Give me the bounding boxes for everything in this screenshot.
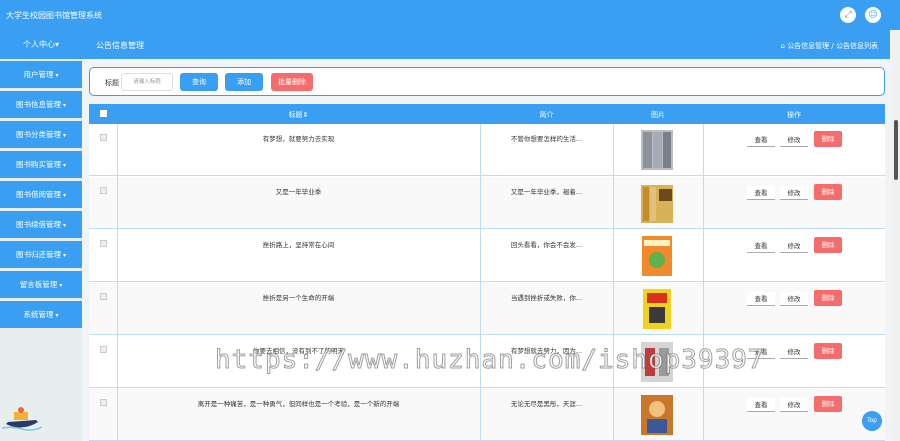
fullscreen-icon[interactable]: ⤢ <box>840 7 856 23</box>
sidebar-item-book-renew[interactable]: 图书续借管理 ▾ <box>0 211 82 238</box>
sidebar: 个人中心▾ 用户管理 ▾ 图书信息管理 ▾ 图书分类管理 ▾ 图书购买管理 ▾ 图书借阅… <box>0 30 82 441</box>
page-title: 公告信息管理 <box>96 41 144 50</box>
sidebar-item-book-return[interactable]: 图书归还管理 ▾ <box>0 241 82 268</box>
book-cover-image <box>643 289 671 329</box>
column-intro: 简介 <box>539 111 554 119</box>
top-bar: 大学生校园图书馆管理系统 ⤢ ☺ <box>0 0 900 30</box>
chevron-down-icon: ▾ <box>62 102 66 109</box>
book-cover-image <box>641 395 673 435</box>
sidebar-item-book-category[interactable]: 图书分类管理 ▾ <box>0 121 82 148</box>
row-checkbox[interactable] <box>100 187 107 194</box>
book-cover-image <box>641 130 673 170</box>
breadcrumb-bar: 公告信息管理 ⌂ 公告信息管理 / 公告信息列表 <box>82 30 890 59</box>
add-button[interactable]: 添加 <box>225 73 263 91</box>
back-to-top-button[interactable]: Top <box>862 411 882 431</box>
column-divider <box>613 124 614 441</box>
chevron-down-icon: ▾ <box>59 282 63 289</box>
chevron-down-icon: ▾ <box>62 252 66 259</box>
book-cover-image <box>642 236 672 276</box>
view-button[interactable]: 查看 <box>747 239 775 253</box>
boat-illustration <box>2 407 42 431</box>
row-title: 挫折路上，坚持常在心间 <box>262 241 335 249</box>
edit-button[interactable]: 修改 <box>780 186 808 200</box>
row-checkbox[interactable] <box>100 240 107 247</box>
chevron-down-icon: ▾ <box>55 312 59 319</box>
search-panel: 标题 请输入标题 查询 添加 批量删除 <box>89 67 885 96</box>
edit-button[interactable]: 修改 <box>780 398 808 412</box>
chevron-down-icon: ▾ <box>62 222 66 229</box>
row-title: 有梦想，就要努力去实现 <box>262 135 335 143</box>
column-actions: 操作 <box>787 111 801 119</box>
chevron-down-icon: ▾ <box>62 162 66 169</box>
row-intro: 又是一年毕业季，褪着... <box>510 188 583 196</box>
select-all-checkbox[interactable] <box>100 110 107 117</box>
scrollbar-thumb[interactable] <box>894 120 898 180</box>
table-row: 又是一年毕业季 又是一年毕业季，褪着... 查看 修改 删除 <box>89 177 885 229</box>
column-divider <box>703 124 704 441</box>
column-image: 图片 <box>651 111 665 119</box>
sidebar-item-book-info[interactable]: 图书信息管理 ▾ <box>0 91 82 118</box>
sidebar-item-book-purchase[interactable]: 图书购买管理 ▾ <box>0 151 82 178</box>
sidebar-item-users[interactable]: 用户管理 ▾ <box>0 61 82 88</box>
watermark-text: https://www.huzhan.com/ishop39397 <box>215 345 765 376</box>
table-row: 有梦想，就要努力去实现 不管你想要怎样的生活... 查看 修改 删除 <box>89 124 885 176</box>
sidebar-item-book-borrow[interactable]: 图书借阅管理 ▾ <box>0 181 82 208</box>
home-icon[interactable]: ⌂ <box>781 42 785 50</box>
chevron-down-icon: ▾ <box>54 40 59 49</box>
edit-button[interactable]: 修改 <box>780 239 808 253</box>
edit-button[interactable]: 修改 <box>780 292 808 306</box>
sidebar-item-message-board[interactable]: 留言板管理 ▾ <box>0 271 82 298</box>
row-intro: 无论无尽是黑彤，天涯... <box>510 400 583 408</box>
row-intro: 回头看看，你会不会发... <box>510 241 583 249</box>
table-row: 挫折是另一个生命的开端 当遇到挫折或失败，你... 查看 修改 删除 <box>89 283 885 335</box>
delete-button[interactable]: 删除 <box>814 237 842 253</box>
scrollbar[interactable] <box>892 30 900 441</box>
chevron-down-icon: ▾ <box>62 132 66 139</box>
row-checkbox[interactable] <box>100 293 107 300</box>
table-row: 离开是一种痛苦，是一种勇气，但同样也是一个考验，是一个新的开端 无论无尽是黑彤，… <box>89 389 885 441</box>
row-intro: 不管你想要怎样的生活... <box>510 135 583 143</box>
table-row: 挫折路上，坚持常在心间 回头看看，你会不会发... 查看 修改 删除 <box>89 230 885 282</box>
row-checkbox[interactable] <box>100 346 107 353</box>
edit-button[interactable]: 修改 <box>780 345 808 359</box>
sidebar-item-profile[interactable]: 个人中心▾ <box>0 30 82 59</box>
search-label: 标题 <box>105 79 119 87</box>
column-divider <box>480 124 481 441</box>
view-button[interactable]: 查看 <box>747 186 775 200</box>
column-divider <box>117 124 118 441</box>
row-checkbox[interactable] <box>100 399 107 406</box>
chevron-down-icon: ▾ <box>62 192 66 199</box>
view-button[interactable]: 查看 <box>747 292 775 306</box>
delete-button[interactable]: 删除 <box>814 343 842 359</box>
delete-button[interactable]: 删除 <box>814 131 842 147</box>
query-button[interactable]: 查询 <box>180 73 218 91</box>
delete-button[interactable]: 删除 <box>814 184 842 200</box>
column-title[interactable]: 标题⇕ <box>117 110 480 120</box>
batch-delete-button[interactable]: 批量删除 <box>271 73 313 91</box>
chevron-down-icon: ▾ <box>55 72 59 79</box>
search-input[interactable]: 请输入标题 <box>121 73 173 91</box>
view-button[interactable]: 查看 <box>747 398 775 412</box>
sort-icon: ⇕ <box>302 111 309 119</box>
view-button[interactable]: 查看 <box>747 133 775 147</box>
user-icon[interactable]: ☺ <box>865 7 881 23</box>
app-title: 大学生校园图书馆管理系统 <box>6 11 102 20</box>
row-title: 离开是一种痛苦，是一种勇气，但同样也是一个考验，是一个新的开端 <box>197 400 400 408</box>
edit-button[interactable]: 修改 <box>780 133 808 147</box>
row-title: 又是一年毕业季 <box>275 188 322 196</box>
book-cover-image <box>641 185 673 223</box>
breadcrumb: ⌂ 公告信息管理 / 公告信息列表 <box>780 42 879 50</box>
delete-button[interactable]: 删除 <box>814 396 842 412</box>
row-title: 挫折是另一个生命的开端 <box>262 294 335 302</box>
table-header: 标题⇕ 简介 图片 操作 <box>89 104 885 124</box>
sidebar-item-system[interactable]: 系统管理 ▾ <box>0 301 82 328</box>
notice-table: 标题⇕ 简介 图片 操作 有梦想，就要努力去实现 不管你想要怎样的生活... 查… <box>89 104 885 441</box>
row-checkbox[interactable] <box>100 134 107 141</box>
row-intro: 当遇到挫折或失败，你... <box>510 294 583 302</box>
delete-button[interactable]: 删除 <box>814 290 842 306</box>
